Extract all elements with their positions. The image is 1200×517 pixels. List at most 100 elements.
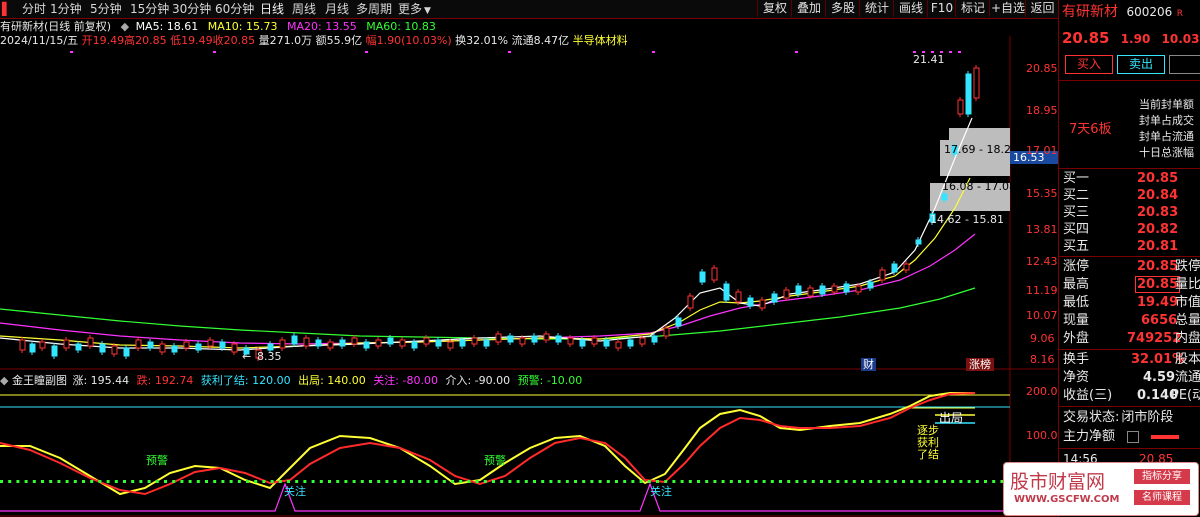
seal-info-2: 封单占成交 xyxy=(1139,114,1194,127)
stat-row-4: 现量 6656 总量 xyxy=(1059,312,1200,329)
stock-name-row: 有研新材 600206 R xyxy=(1059,4,1200,21)
warning-dot xyxy=(746,480,750,483)
candle-body xyxy=(735,291,742,303)
warning-dot xyxy=(647,480,651,483)
ind-yujing: 预警: -10.00 xyxy=(517,374,583,387)
warning-dot xyxy=(180,480,184,483)
main-flow-row: 主力净额 xyxy=(1059,428,1200,445)
stock-code: 600206 xyxy=(1126,5,1173,19)
tab-15min[interactable]: 15分钟 xyxy=(130,1,169,17)
warning-dot xyxy=(188,480,192,483)
stat-row-2: 最高 20.85 量比 xyxy=(1059,276,1200,293)
warning-dot xyxy=(442,480,446,483)
warning-dot xyxy=(795,480,799,483)
candle-body xyxy=(63,339,70,349)
warning-dot xyxy=(311,480,315,483)
warning-dot xyxy=(713,480,717,483)
warning-dot xyxy=(590,480,594,483)
candle-body xyxy=(591,337,598,345)
candle-body xyxy=(879,269,886,281)
bid-price: 20.84 xyxy=(1137,188,1179,203)
seal-info-4: 十日总涨幅 xyxy=(1139,146,1194,159)
warning-dot xyxy=(516,480,520,483)
kline-chart-area[interactable]: 有研新材(日线 前复权) ◆ MA5: 18.61 MA10: 15.73 MA… xyxy=(0,18,1058,517)
main-flow-checkbox[interactable] xyxy=(1127,431,1139,443)
indicator-toggle-icon[interactable]: ◆ xyxy=(0,374,8,387)
warning-dot xyxy=(237,480,241,483)
warning-dot xyxy=(541,480,545,483)
price-axis-2: 18.95 xyxy=(1026,104,1058,117)
f10-button[interactable]: F10 xyxy=(927,0,956,17)
candle-body xyxy=(855,285,862,293)
warning-dot xyxy=(779,480,782,483)
bid-price: 20.85 xyxy=(1137,171,1179,186)
tab-fenshi[interactable]: 分时 xyxy=(22,1,46,17)
warning-dot xyxy=(377,480,381,483)
candle-body xyxy=(973,67,980,99)
price-axis-4: 15.35 xyxy=(1026,187,1058,200)
warning-dot xyxy=(434,480,438,483)
tab-multi-period[interactable]: 多周期 xyxy=(356,1,392,17)
more-chevron-icon[interactable]: ▼ xyxy=(424,3,431,19)
fuquan-button[interactable]: 复权 xyxy=(757,0,792,17)
sell-button[interactable]: 卖出 xyxy=(1117,55,1165,74)
tab-weekly[interactable]: 周线 xyxy=(292,1,316,17)
candle-body xyxy=(111,345,118,355)
warning-dot xyxy=(705,480,709,483)
warning-dot xyxy=(664,480,668,483)
candle-body xyxy=(627,339,634,347)
ind-axis-200: 200.0 xyxy=(1026,385,1058,398)
annot-low: 8.35 xyxy=(257,350,282,363)
warning-dot xyxy=(254,480,258,483)
warning-dot xyxy=(959,480,963,483)
tab-more[interactable]: 更多 xyxy=(398,1,422,17)
stat-label-2: 量比 xyxy=(1175,277,1200,292)
tab-daily[interactable]: 日线 xyxy=(260,1,284,17)
tab-5min[interactable]: 5分钟 xyxy=(90,1,122,17)
warning-dot xyxy=(549,480,553,483)
draw-line-button[interactable]: 画线 xyxy=(893,0,928,17)
multi-stock-button[interactable]: 多股 xyxy=(825,0,860,17)
stats-button[interactable]: 统计 xyxy=(859,0,894,17)
candle-body xyxy=(831,285,838,293)
warning-dot xyxy=(557,480,561,483)
tab-monthly[interactable]: 月线 xyxy=(325,1,349,17)
warning-dot xyxy=(229,480,233,483)
buy-button[interactable]: 买入 xyxy=(1065,55,1113,74)
warning-dot xyxy=(205,480,208,483)
warning-dot xyxy=(82,480,85,483)
finance-badge[interactable]: 财 xyxy=(861,358,876,371)
candle-body xyxy=(567,337,574,345)
warning-dot xyxy=(606,480,610,483)
warning-dot xyxy=(869,480,873,483)
warning-dot xyxy=(631,480,635,483)
price-axis-9: 9.06 xyxy=(1030,332,1055,345)
warning-dot xyxy=(303,480,307,483)
warning-dot xyxy=(729,480,733,483)
warning-dot xyxy=(459,480,463,483)
warning-dot xyxy=(820,480,823,483)
mark-button[interactable]: 标记 xyxy=(955,0,990,17)
trade-status-row: 交易状态: 闭市阶段 xyxy=(1059,409,1200,426)
ind-die: 跌: 192.74 xyxy=(136,374,194,387)
candle-body xyxy=(639,337,646,345)
warning-dot xyxy=(73,480,77,483)
candle-body xyxy=(195,343,202,351)
back-button[interactable]: 返回 xyxy=(1025,0,1059,17)
candle-body xyxy=(519,337,526,345)
stock-code-suffix: R xyxy=(1176,9,1183,19)
warning-dot xyxy=(360,480,364,483)
more-trade-button[interactable] xyxy=(1169,55,1200,74)
warning-dot xyxy=(221,480,225,483)
warning-dot xyxy=(8,480,12,483)
add-watchlist-button[interactable]: +自选 xyxy=(989,0,1026,17)
overlay-button[interactable]: 叠加 xyxy=(791,0,826,17)
warning-dot xyxy=(65,480,69,483)
zhangbang-badge[interactable]: 涨榜 xyxy=(966,358,994,371)
tab-30min[interactable]: 30分钟 xyxy=(172,1,211,17)
tab-60min[interactable]: 60分钟 xyxy=(215,1,254,17)
candle-body xyxy=(915,239,922,245)
stock-change: 1.90 xyxy=(1120,32,1151,46)
candle-body xyxy=(819,285,826,295)
tab-1min[interactable]: 1分钟 xyxy=(50,1,82,17)
